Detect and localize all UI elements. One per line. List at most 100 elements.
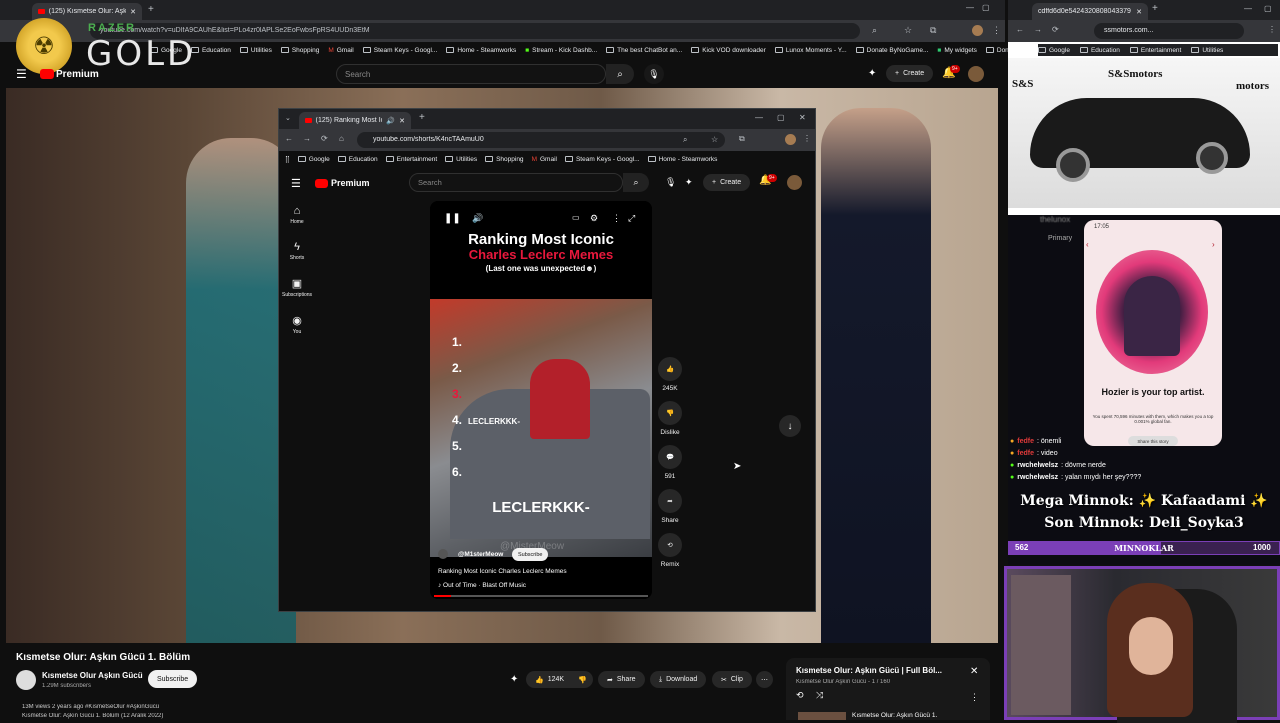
bookmark-item[interactable]: Entertainment	[385, 156, 437, 163]
new-tab-icon[interactable]: +	[148, 4, 154, 15]
gift-icon[interactable]: ✦	[868, 68, 876, 79]
short-remix-button[interactable]: ⟲ Remix	[653, 533, 687, 568]
bookmark-item[interactable]: Education	[337, 156, 378, 163]
maximize-icon[interactable]: ▢	[1264, 4, 1272, 13]
download-button[interactable]: ⤓ Download	[650, 671, 707, 688]
next-short-button[interactable]: ↓	[779, 415, 801, 437]
more-actions-button[interactable]: ⋯	[756, 671, 773, 688]
right-active-tab[interactable]: cdffd6d0e5424320808043379 ✕	[1032, 3, 1148, 20]
forward-icon[interactable]: →	[303, 134, 311, 143]
tab-search-icon[interactable]: ⌄	[285, 114, 291, 122]
creator-handle[interactable]: @M1sterMeow	[458, 551, 503, 558]
pause-icon[interactable]: ❚❚	[444, 213, 461, 224]
short-like-button[interactable]: 👍 245K	[653, 357, 687, 392]
bookmark-item[interactable]: Lunox Moments - Y...	[774, 47, 847, 54]
bookmark-item[interactable]: M Gmail	[328, 47, 353, 54]
profile-avatar[interactable]	[972, 25, 983, 36]
back-icon[interactable]: ←	[285, 134, 293, 143]
main-subscribe-button[interactable]: Subscribe	[148, 670, 198, 688]
ad-banner[interactable]: S&Smotors S&S motors	[1008, 58, 1280, 208]
close-tab-icon[interactable]: ✕	[399, 117, 405, 125]
close-tab-icon[interactable]: ✕	[1136, 8, 1142, 16]
settings-icon[interactable]: ⚙	[590, 213, 598, 224]
gift-icon[interactable]: ✦	[685, 177, 693, 188]
new-tab-icon[interactable]: +	[1152, 3, 1158, 14]
captions-icon[interactable]: ▭	[572, 213, 580, 222]
sparkle-icon[interactable]: ✦	[510, 674, 518, 685]
bookmark-item[interactable]: Education	[190, 47, 231, 54]
playlist-thumbnail[interactable]	[798, 712, 846, 720]
voice-search-icon[interactable]: 🎙	[644, 64, 664, 84]
bookmark-star-icon[interactable]: ☆	[711, 135, 718, 144]
playlist-menu-icon[interactable]: ⋮	[970, 692, 979, 703]
nav-shorts[interactable]: ϟ Shorts	[279, 241, 315, 261]
reload-icon[interactable]: ⟳	[321, 134, 328, 143]
profile-avatar[interactable]	[785, 134, 796, 145]
playlist-item-title[interactable]: Kısmetse Olur: Aşkın Gücü 1.	[852, 712, 937, 719]
shorts-create-button[interactable]: + Create	[703, 174, 751, 191]
short-comments-button[interactable]: 💬 591	[653, 445, 687, 480]
menu-dots-icon[interactable]: ⋮	[803, 134, 811, 143]
zoom-icon[interactable]: ⌕	[872, 25, 877, 36]
voice-search-icon[interactable]: 🎙	[665, 177, 676, 188]
playlist-title[interactable]: Kısmetse Olur: Aşkın Gücü | Full Böl...	[796, 666, 966, 675]
maximize-icon[interactable]: ▢	[777, 113, 785, 122]
youtube-logo-icon[interactable]	[40, 69, 54, 79]
shorts-active-tab[interactable]: (125) Ranking Most Iconic 🔊 ✕	[299, 112, 411, 129]
fullscreen-icon[interactable]: ⤢	[628, 213, 635, 224]
close-window-icon[interactable]: ✕	[799, 113, 806, 122]
clip-button[interactable]: ✂ Clip	[712, 671, 752, 688]
main-search-input[interactable]: Search	[336, 64, 606, 84]
user-avatar[interactable]	[787, 175, 802, 190]
user-avatar[interactable]	[968, 66, 984, 82]
like-button[interactable]: 👍 124K	[526, 671, 574, 688]
minimize-icon[interactable]: —	[755, 113, 763, 122]
bookmark-item[interactable]: ■ Stream - Kick Dashb...	[525, 47, 597, 54]
nav-you[interactable]: ◉ You	[279, 314, 315, 335]
bookmark-item[interactable]: Utilities	[1191, 47, 1223, 54]
reload-icon[interactable]: ⟳	[1052, 25, 1059, 34]
short-dislike-button[interactable]: 👎 Dislike	[653, 401, 687, 436]
short-video-player[interactable]: ❚❚ 🔊 ▭ ⚙ ⋮ ⤢ Ranking Most Iconic Charles…	[430, 201, 652, 599]
bookmark-item[interactable]: Home - Steamworks	[446, 47, 516, 54]
short-progress-bar[interactable]	[434, 595, 648, 597]
nav-home[interactable]: ⌂ Home	[279, 205, 315, 225]
shorts-address-bar[interactable]: youtube.com/shorts/K4ncTAAmuU0 ⌕ ☆	[357, 132, 725, 148]
bookmark-item[interactable]: ■ My widgets	[937, 47, 976, 54]
minimize-icon[interactable]: —	[966, 3, 974, 12]
bookmark-star-icon[interactable]: ☆	[904, 25, 912, 36]
hamburger-menu-icon[interactable]: ☰	[16, 67, 27, 81]
more-options-icon[interactable]: ⋮	[612, 213, 621, 224]
hamburger-menu-icon[interactable]: ☰	[291, 177, 301, 190]
forward-icon[interactable]: →	[1034, 25, 1042, 34]
extensions-icon[interactable]: ⧉	[930, 25, 936, 36]
main-address-bar[interactable]: youtube.com/watch?v=uDIfA9CAUhE&list=PLo…	[90, 23, 860, 39]
back-icon[interactable]: ←	[1016, 25, 1024, 34]
shuffle-icon[interactable]: ⤨	[816, 690, 823, 701]
shorts-search-input[interactable]: Search	[409, 173, 623, 192]
volume-icon[interactable]: 🔊	[472, 213, 483, 224]
minimize-icon[interactable]: —	[1244, 4, 1252, 13]
extensions-icon[interactable]: ⧉	[739, 134, 745, 144]
close-playlist-icon[interactable]: ✕	[970, 666, 978, 677]
bookmark-item[interactable]: Google	[297, 156, 330, 163]
new-tab-icon[interactable]: +	[419, 112, 425, 123]
bookmark-item[interactable]: M Gmail	[532, 156, 557, 163]
bookmark-item[interactable]: The best ChatBot an...	[606, 47, 682, 54]
bookmark-item[interactable]: Home - Steamworks	[647, 156, 717, 163]
bookmark-item[interactable]: Utilities	[239, 47, 272, 54]
main-share-button[interactable]: ➦ Share	[598, 671, 645, 688]
bookmark-item[interactable]: Shopping	[485, 156, 524, 163]
short-share-button[interactable]: ➦ Share	[653, 489, 687, 524]
bookmark-item[interactable]: Google	[1038, 47, 1070, 54]
channel-avatar[interactable]	[16, 670, 36, 690]
right-address-bar[interactable]: ssmotors.com...	[1094, 23, 1244, 39]
maximize-icon[interactable]: ▢	[982, 3, 990, 12]
main-search-button[interactable]: ⌕	[606, 64, 634, 84]
menu-dots-icon[interactable]: ⋮	[1268, 25, 1276, 34]
channel-name[interactable]: Kısmetse Olur Aşkın Gücü	[42, 671, 143, 680]
bookmark-item[interactable]: Donate ByNoGame...	[855, 47, 928, 54]
bookmark-item[interactable]: Steam Keys - Googl...	[362, 47, 437, 54]
bookmark-item[interactable]: Entertainment	[1129, 47, 1181, 54]
shorts-search-button[interactable]: ⌕	[623, 173, 649, 192]
